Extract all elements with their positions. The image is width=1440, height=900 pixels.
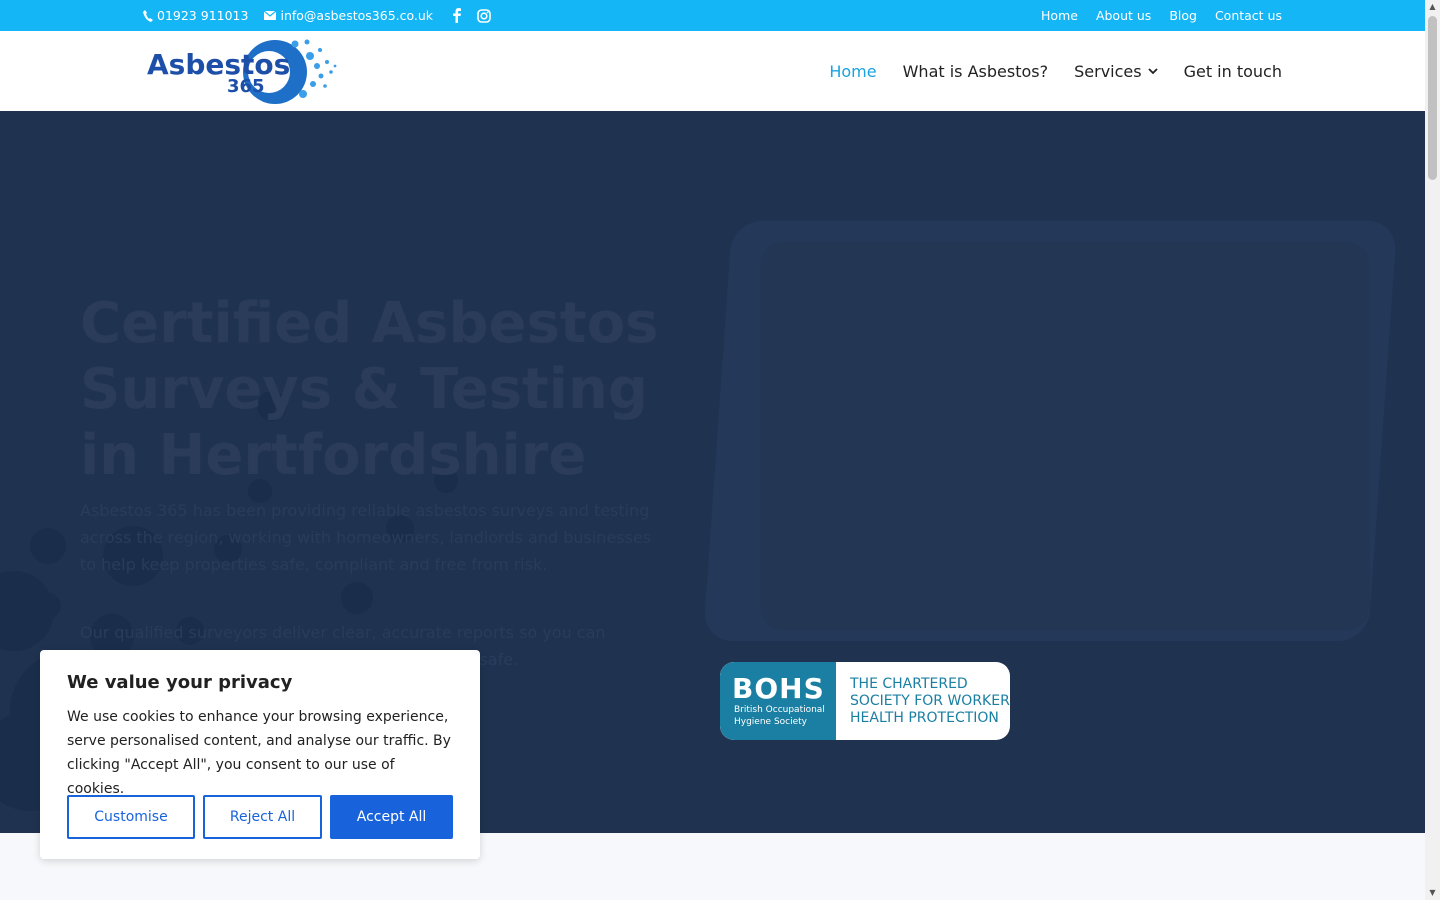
hero-title: Certified Asbestos Surveys & Testing in … (80, 291, 659, 488)
cookie-message: We use cookies to enhance your browsing … (67, 709, 451, 797)
customise-button[interactable]: Customise (67, 795, 195, 839)
bohs-logo-mark: BOHS British Occupational Hygiene Societ… (720, 662, 836, 740)
topbar-link-contact[interactable]: Contact us (1215, 8, 1282, 23)
site-logo[interactable]: Asbestos 365 (145, 36, 345, 108)
email-contact[interactable]: info@asbestos365.co.uk (264, 8, 433, 23)
phone-number: 01923 911013 (157, 8, 249, 23)
topbar-link-about[interactable]: About us (1096, 8, 1151, 23)
accept-all-button[interactable]: Accept All (330, 795, 453, 839)
phone-contact[interactable]: 01923 911013 (143, 8, 248, 23)
instagram-link[interactable] (477, 8, 491, 23)
page-scrollbar[interactable]: ▲ ▼ (1425, 0, 1440, 900)
site-header: Asbestos 365 Home What is Asbestos? Serv… (0, 31, 1425, 111)
logo-wordmark: Asbestos (147, 48, 290, 81)
email-address: info@asbestos365.co.uk (280, 8, 434, 23)
envelope-icon (264, 11, 277, 20)
instagram-icon (477, 8, 491, 23)
hero-paragraph-1: Asbestos 365 has been providing reliable… (80, 501, 652, 574)
scrollbar-thumb[interactable] (1428, 16, 1437, 180)
bohs-tagline: THE CHARTERED SOCIETY FOR WORKER HEALTH … (850, 676, 1010, 726)
chevron-down-icon (1147, 67, 1158, 74)
nav-item-services[interactable]: Services (1074, 62, 1158, 81)
facebook-link[interactable] (453, 8, 462, 23)
nav-item-what-is-asbestos[interactable]: What is Asbestos? (903, 62, 1049, 81)
scroll-down-arrow-icon[interactable]: ▼ (1428, 888, 1437, 898)
topbar-link-home[interactable]: Home (1041, 8, 1078, 23)
bohs-accreditation-badge: BOHS British Occupational Hygiene Societ… (720, 662, 1010, 740)
cookie-title: We value your privacy (67, 672, 293, 693)
nav-item-get-in-touch[interactable]: Get in touch (1184, 62, 1282, 81)
topbar-link-blog[interactable]: Blog (1169, 8, 1197, 23)
top-bar: 01923 911013 info@asbestos365.co.uk Home… (0, 0, 1425, 31)
scroll-up-arrow-icon[interactable]: ▲ (1428, 2, 1437, 12)
reject-all-button[interactable]: Reject All (203, 795, 322, 839)
facebook-icon (453, 8, 462, 23)
logo-number: 365 (227, 76, 265, 97)
phone-icon (143, 9, 153, 22)
nav-item-home[interactable]: Home (829, 62, 876, 81)
main-nav: Home What is Asbestos? Services Get in t… (829, 31, 1282, 111)
cookie-consent-dialog: We value your privacy We use cookies to … (40, 650, 480, 859)
